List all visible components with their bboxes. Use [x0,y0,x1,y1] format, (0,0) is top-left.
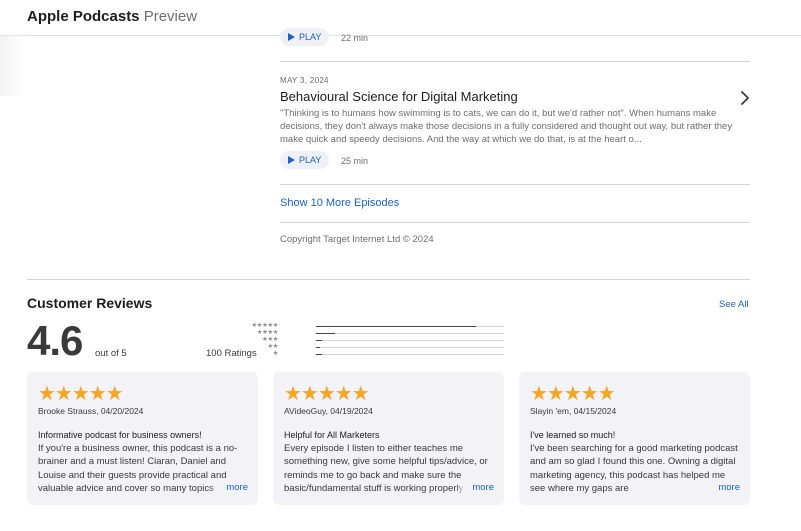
distribution-bar [316,354,322,355]
distribution-track [316,347,504,348]
distribution-track [316,333,504,334]
review-author-date: Brooke Strauss, 04/20/2024 [38,406,144,416]
star-rating-icon: ★★★★★ [530,383,616,405]
review-more-link[interactable]: more [210,482,248,493]
review-more-link[interactable]: more [702,482,740,493]
brand-logo[interactable]: Apple Podcasts Preview [27,8,197,25]
chevron-right-icon[interactable] [740,91,750,105]
distribution-track [316,340,504,341]
episode-divider [280,184,750,185]
episode-date: MAY 3, 2024 [280,76,329,85]
review-title: I've learned so much! [530,430,616,440]
play-icon [288,156,295,164]
star-icon: ★ [272,350,279,357]
show-more-episodes-link[interactable]: Show 10 More Episodes [280,197,399,209]
episode-duration: 25 min [341,156,369,166]
left-edge-shade [0,36,26,96]
average-rating: 4.6 [27,317,83,364]
play-button-label: PLAY [299,155,322,165]
distribution-track [316,326,504,327]
distribution-bar [316,347,320,348]
customer-reviews-heading: Customer Reviews [27,295,153,311]
ratings-count: 100 Ratings [206,348,257,359]
distribution-row: ★★★★★ [251,322,504,330]
distribution-row: ★★★ [262,336,504,344]
distribution-row: ★★★★ [257,329,504,337]
distribution-row: ★★ [267,343,504,351]
play-button[interactable]: PLAY [280,28,330,46]
rating-scale-label: out of 5 [95,348,127,359]
rating-distribution: ★★★★★ ★★★★ ★★★ ★★ ★ [251,322,504,358]
distribution-track [316,354,504,355]
top-header: Apple Podcasts Preview [0,0,801,36]
play-button[interactable]: PLAY [280,151,330,169]
play-button-label: PLAY [299,32,322,42]
star-rating-icon: ★★★★★ [38,383,124,405]
brand-preview-label: Preview [143,8,198,25]
reviews-divider [27,279,750,280]
review-author-date: AVideoGuy, 04/19/2024 [284,406,373,416]
episode-description: "Thinking is to humans how swimming is t… [280,108,733,145]
episode-title[interactable]: Behavioural Science for Digital Marketin… [280,89,518,104]
review-card[interactable]: ★★★★★ Slayin 'em, 04/15/2024 I've learne… [519,372,750,505]
review-title: Informative podcast for business owners! [38,430,202,440]
review-more-link[interactable]: more [456,482,494,493]
see-all-link[interactable]: See All [719,299,749,310]
episode-divider [280,61,750,62]
distribution-bar [316,333,335,334]
play-icon [288,33,295,41]
section-divider [280,222,750,223]
distribution-row: ★ [272,350,504,358]
review-card[interactable]: ★★★★★ AVideoGuy, 04/19/2024 Helpful for … [273,372,504,505]
distribution-bar [316,340,322,341]
brand-name: Apple Podcasts [27,8,140,25]
review-title: Helpful for All Marketers [284,430,380,440]
episode-duration: 22 min [341,33,369,43]
copyright-text: Copyright Target Internet Ltd © 2024 [280,234,434,245]
review-card[interactable]: ★★★★★ Brooke Strauss, 04/20/2024 Informa… [27,372,258,505]
review-author-date: Slayin 'em, 04/15/2024 [530,406,617,416]
star-rating-icon: ★★★★★ [284,383,370,405]
distribution-bar [316,326,476,327]
